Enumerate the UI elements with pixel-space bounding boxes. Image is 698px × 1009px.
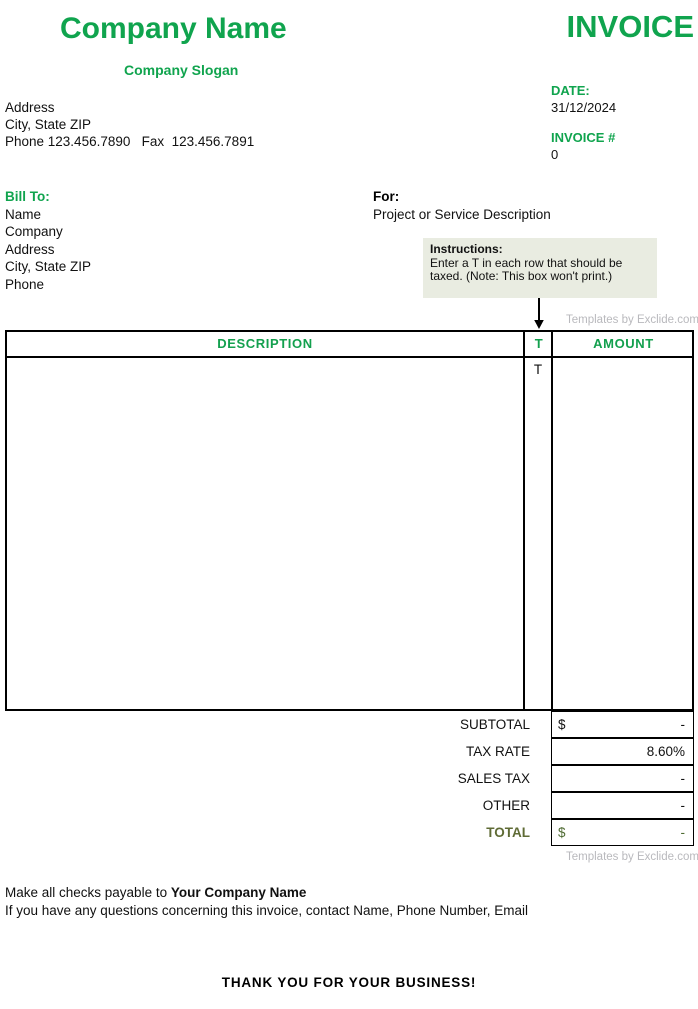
invoice-meta-block: DATE: 31/12/2024 INVOICE # 0 <box>551 82 616 163</box>
totals-row-sales-tax: SALES TAX - <box>5 765 694 792</box>
totals-row-other: OTHER - <box>5 792 694 819</box>
subtotal-currency: $ <box>558 717 566 732</box>
address-line-1: Address <box>5 100 55 115</box>
watermark-bottom: Templates by Exclide.com <box>566 851 698 863</box>
column-divider-tax-amount <box>551 332 553 709</box>
address-line-3: Phone 123.456.7890 Fax 123.456.7891 <box>5 134 255 149</box>
totals-row-tax-rate: TAX RATE 8.60% <box>5 738 694 765</box>
instructions-body: Enter a T in each row that should be tax… <box>430 255 623 283</box>
bill-to-line-5[interactable]: Phone <box>5 276 91 294</box>
payable-prefix: Make all checks payable to <box>5 885 171 900</box>
sales-tax-amount: - <box>680 771 686 786</box>
other-label: OTHER <box>482 798 530 813</box>
totals-row-total: TOTAL $ - <box>5 819 694 846</box>
down-arrow-icon <box>532 298 546 330</box>
sales-tax-value-box[interactable]: - <box>551 765 694 792</box>
meta-spacer <box>551 116 616 129</box>
address-line-2: City, State ZIP <box>5 117 92 132</box>
bill-to-line-4[interactable]: City, State ZIP <box>5 258 91 276</box>
company-slogan: Company Slogan <box>124 62 239 78</box>
subtotal-value-box[interactable]: $ - <box>551 711 694 738</box>
bill-to-line-1[interactable]: Name <box>5 206 91 224</box>
thank-you-message: THANK YOU FOR YOUR BUSINESS! <box>221 975 477 990</box>
table-row-tax-flag[interactable]: T <box>525 362 551 377</box>
total-value-box[interactable]: $ - <box>551 819 694 846</box>
column-header-amount: AMOUNT <box>593 336 654 351</box>
table-header-row: DESCRIPTION T AMOUNT <box>7 332 692 358</box>
other-amount: - <box>680 798 686 813</box>
bill-to-block: Bill To: Name Company Address City, Stat… <box>5 188 91 293</box>
tax-rate-label: TAX RATE <box>465 744 530 759</box>
other-value-box[interactable]: - <box>551 792 694 819</box>
bill-to-title: Bill To: <box>5 189 50 204</box>
payable-company: Your Company Name <box>170 885 307 900</box>
company-name: Company Name <box>60 12 287 45</box>
watermark-top: Templates by Exclide.com <box>566 314 698 326</box>
for-description[interactable]: Project or Service Description <box>373 206 551 224</box>
subtotal-amount: - <box>680 717 686 732</box>
tax-rate-value-box[interactable]: 8.60% <box>551 738 694 765</box>
bill-to-line-3[interactable]: Address <box>5 241 91 259</box>
totals-row-subtotal: SUBTOTAL $ - <box>5 711 694 738</box>
total-amount: - <box>680 825 686 840</box>
bill-to-line-2[interactable]: Company <box>5 223 91 241</box>
date-label: DATE: <box>551 83 590 98</box>
for-title: For: <box>373 189 400 204</box>
sales-tax-label: SALES TAX <box>457 771 530 786</box>
total-currency: $ <box>558 825 566 840</box>
date-value[interactable]: 31/12/2024 <box>551 99 616 116</box>
invoice-title: INVOICE <box>566 9 694 44</box>
column-header-tax-flag: T <box>534 336 544 351</box>
column-divider-description-tax <box>523 332 525 709</box>
invoice-number-label: INVOICE # <box>551 130 616 145</box>
instructions-callout: Instructions: Enter a T in each row that… <box>423 238 657 298</box>
totals-section: SUBTOTAL $ - TAX RATE 8.60% SALES TAX - … <box>5 711 694 846</box>
instructions-title: Instructions: <box>430 242 503 256</box>
tax-rate-amount: 8.60% <box>646 744 685 759</box>
invoice-number-value[interactable]: 0 <box>551 146 616 163</box>
line-items-table: DESCRIPTION T AMOUNT T <box>5 330 694 711</box>
questions-line: If you have any questions concerning thi… <box>5 903 529 918</box>
subtotal-label: SUBTOTAL <box>459 717 530 732</box>
column-header-description: DESCRIPTION <box>217 336 313 351</box>
payable-line: Make all checks payable to Your Company … <box>5 884 528 902</box>
invoice-page: Company Name INVOICE Company Slogan Addr… <box>0 0 698 1009</box>
for-block: For: Project or Service Description <box>373 188 551 223</box>
total-label: TOTAL <box>486 825 530 840</box>
footer-note: Make all checks payable to Your Company … <box>5 884 528 920</box>
company-address-block: Address City, State ZIP Phone 123.456.78… <box>5 99 254 150</box>
